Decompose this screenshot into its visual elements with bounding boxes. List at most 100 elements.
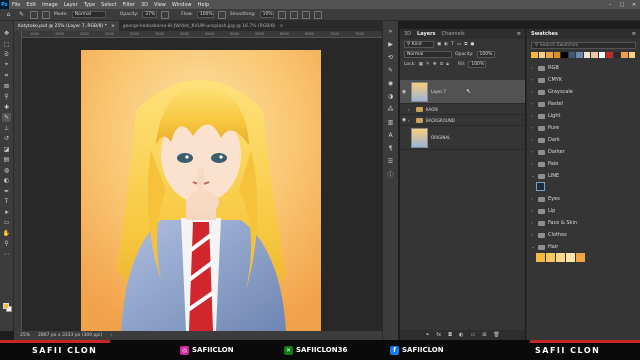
filter-pixel-icon[interactable]: ▣ bbox=[437, 42, 441, 47]
visibility-eye-icon[interactable]: ◉ bbox=[400, 117, 408, 123]
filter-type-icon[interactable]: T bbox=[451, 42, 454, 47]
recent-swatch[interactable] bbox=[621, 52, 628, 58]
swatch-group-dark[interactable]: › Dark bbox=[527, 134, 640, 146]
swatch-group-hair[interactable]: ⌄ Hair bbox=[527, 241, 640, 253]
history-icon[interactable]: ⟲ bbox=[386, 53, 395, 62]
opacity-field[interactable]: 37% bbox=[142, 11, 158, 18]
properties-icon[interactable]: ☰ bbox=[386, 157, 395, 166]
swatch-group-clothes[interactable]: › Clothes bbox=[527, 229, 640, 241]
recent-swatch[interactable] bbox=[628, 52, 635, 58]
swatch-group-pastel[interactable]: › Pastel bbox=[527, 98, 640, 110]
menu-window[interactable]: Window bbox=[169, 2, 195, 8]
swatch-search-input[interactable]: ⚲ Search Swatches bbox=[531, 42, 636, 49]
chevron-right-icon[interactable]: › bbox=[531, 90, 535, 95]
swatch-group-face-skin[interactable]: › Face & Skin bbox=[527, 217, 640, 229]
menu-image[interactable]: Image bbox=[39, 2, 61, 8]
swatch-group-pure[interactable]: › Pure bbox=[527, 122, 640, 134]
recent-swatch[interactable] bbox=[538, 52, 545, 58]
new-group-icon[interactable]: ▭ bbox=[470, 332, 475, 338]
swatch-group-eyes[interactable]: › Eyes bbox=[527, 193, 640, 205]
brush-preset-icon[interactable]: ✎ bbox=[17, 10, 26, 19]
swatch-group-light[interactable]: › Light bbox=[527, 110, 640, 122]
swatch-group-darker[interactable]: › Darker bbox=[527, 146, 640, 158]
chevron-right-icon[interactable]: › bbox=[531, 102, 535, 107]
doc-tab-katytoko[interactable]: Katytoko.psd @ 25% (Layer 7, RGB/8) * × bbox=[14, 21, 119, 31]
doc-tab-reference[interactable]: george-kedoaborsa-8i-JW/dds_KVUM-unsplas… bbox=[119, 21, 288, 31]
layer-opacity-field[interactable]: 100% bbox=[476, 50, 495, 58]
filter-kind-select[interactable]: ⚲ Kind bbox=[404, 40, 434, 48]
close-tab-icon[interactable]: × bbox=[111, 24, 115, 29]
panel-menu-icon[interactable]: ≡ bbox=[517, 31, 521, 37]
menu-edit[interactable]: Edit bbox=[23, 2, 39, 8]
eraser-tool-icon[interactable]: ◪ bbox=[2, 145, 11, 154]
canvas-area[interactable] bbox=[22, 38, 382, 331]
mode-select[interactable]: Normal bbox=[71, 11, 106, 18]
layer-row-original[interactable]: ORIGINAL bbox=[400, 126, 525, 150]
character-icon[interactable]: A bbox=[386, 131, 395, 140]
layer-row-background[interactable]: ◉ › BACKGROUND bbox=[400, 115, 525, 126]
history-brush-tool-icon[interactable]: ↺ bbox=[2, 134, 11, 143]
pen-tool-icon[interactable]: ✒ bbox=[2, 187, 11, 196]
smoothing-field[interactable]: 10% bbox=[259, 11, 274, 18]
marquee-tool-icon[interactable]: ⬚ bbox=[2, 40, 11, 49]
chevron-right-icon[interactable]: › bbox=[531, 78, 535, 83]
move-tool-icon[interactable]: ✥ bbox=[2, 29, 11, 38]
chevron-right-icon[interactable]: › bbox=[531, 114, 535, 119]
chevron-right-icon[interactable]: › bbox=[531, 66, 535, 71]
chevron-down-icon[interactable]: ⌄ bbox=[531, 174, 535, 179]
chevron-right-icon[interactable]: › bbox=[531, 209, 535, 214]
swatch-group-pale[interactable]: › Pale bbox=[527, 158, 640, 170]
more-tools-icon[interactable]: ⋯ bbox=[2, 250, 11, 259]
chevron-right-icon[interactable]: › bbox=[110, 333, 112, 338]
close-tab-icon[interactable]: × bbox=[280, 24, 284, 29]
menu-file[interactable]: File bbox=[9, 2, 23, 8]
pressure-opacity-icon[interactable] bbox=[161, 10, 170, 19]
blur-tool-icon[interactable]: ◍ bbox=[2, 166, 11, 175]
trash-icon[interactable]: 🗑︎ bbox=[493, 332, 499, 338]
zoom-tool-icon[interactable]: ⚲ bbox=[2, 239, 11, 248]
visibility-eye-icon[interactable]: ◉ bbox=[400, 89, 408, 95]
rectangle-tool-icon[interactable]: ▭ bbox=[2, 218, 11, 227]
pressure-size-icon[interactable] bbox=[301, 10, 310, 19]
path-select-tool-icon[interactable]: ➤ bbox=[2, 208, 11, 217]
lasso-tool-icon[interactable]: ᘐ bbox=[2, 50, 11, 59]
color-swatch[interactable] bbox=[566, 253, 575, 262]
color-swatch[interactable] bbox=[576, 253, 585, 262]
recent-swatch[interactable] bbox=[561, 52, 568, 58]
menu-help[interactable]: Help bbox=[195, 2, 212, 8]
filter-toggle-icon[interactable]: ● bbox=[470, 42, 474, 47]
swatch-group-grayscale[interactable]: › Grayscale bbox=[527, 86, 640, 98]
close-icon[interactable]: ✕ bbox=[628, 0, 640, 9]
chevron-right-icon[interactable]: › bbox=[408, 118, 412, 123]
flow-field[interactable]: 100% bbox=[196, 11, 214, 18]
airbrush-icon[interactable] bbox=[217, 10, 226, 19]
recent-swatch[interactable] bbox=[598, 52, 605, 58]
recent-swatch[interactable] bbox=[606, 52, 613, 58]
recent-swatch[interactable] bbox=[553, 52, 560, 58]
tab-layers[interactable]: Layers bbox=[417, 31, 436, 37]
zoom-level[interactable]: 25% bbox=[20, 333, 30, 338]
menu-3d[interactable]: 3D bbox=[138, 2, 151, 8]
menu-select[interactable]: Select bbox=[98, 2, 119, 8]
chevron-right-icon[interactable]: › bbox=[531, 162, 535, 167]
dodge-tool-icon[interactable]: ◐ bbox=[2, 176, 11, 185]
swatch-group-lip[interactable]: › Lip bbox=[527, 205, 640, 217]
menu-type[interactable]: Type bbox=[81, 2, 98, 8]
color-swatch[interactable] bbox=[536, 253, 545, 262]
brush-size-picker[interactable] bbox=[30, 10, 38, 19]
lock-position-icon[interactable]: ✥ bbox=[433, 62, 437, 67]
menu-view[interactable]: View bbox=[151, 2, 169, 8]
chevron-right-icon[interactable]: › bbox=[531, 221, 535, 226]
mask-icon[interactable]: ◘ bbox=[448, 332, 452, 338]
tab-swatches[interactable]: Swatches bbox=[531, 31, 558, 37]
chevron-right-icon[interactable]: › bbox=[531, 150, 535, 155]
info-icon[interactable]: ⓘ bbox=[386, 170, 395, 179]
color-swatch[interactable] bbox=[546, 253, 555, 262]
chevron-down-icon[interactable]: ⌄ bbox=[531, 245, 535, 250]
recent-swatch[interactable] bbox=[568, 52, 575, 58]
chevron-right-icon[interactable]: › bbox=[531, 197, 535, 202]
hand-tool-icon[interactable]: ✋ bbox=[2, 229, 11, 238]
recent-swatch[interactable] bbox=[576, 52, 583, 58]
swatch-group-cmyk[interactable]: › CMYK bbox=[527, 74, 640, 86]
layer-fill-field[interactable]: 100% bbox=[468, 60, 487, 68]
